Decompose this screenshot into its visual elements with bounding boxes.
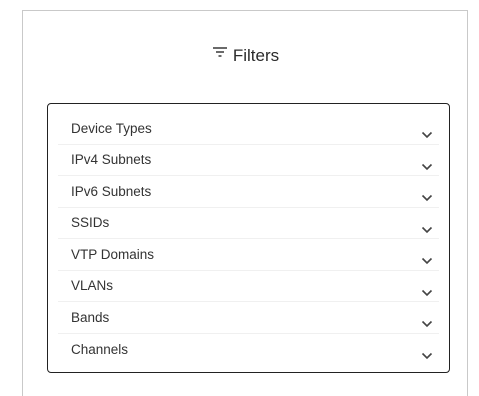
chevron-down-icon (421, 347, 433, 360)
filter-item-label: SSIDs (71, 215, 110, 231)
filter-item-label: Device Types (71, 120, 152, 136)
chevron-down-icon (421, 126, 433, 139)
filter-item-label: IPv6 Subnets (71, 183, 152, 199)
filter-icon (211, 46, 229, 60)
chevron-down-icon (421, 189, 433, 202)
filter-item-device-types[interactable]: Device Types (58, 113, 439, 145)
filter-item-label: IPv4 Subnets (71, 152, 152, 168)
page-title: Filters (232, 46, 280, 65)
filter-item-label: VTP Domains (71, 246, 155, 262)
filter-item-ssids[interactable]: SSIDs (58, 208, 439, 239)
filter-item-vtp-domains[interactable]: VTP Domains (58, 239, 439, 271)
page: Filters Device Types IPv4 Subnets IPv6 S… (0, 0, 479, 396)
filter-list: Device Types IPv4 Subnets IPv6 Subnets S… (47, 103, 450, 373)
filter-item-vlans[interactable]: VLANs (58, 271, 439, 302)
filter-item-ipv4-subnets[interactable]: IPv4 Subnets (58, 145, 439, 176)
chevron-down-icon (421, 221, 433, 233)
filter-item-label: Bands (71, 309, 110, 325)
chevron-down-icon (421, 252, 433, 265)
chevron-down-icon (421, 284, 433, 296)
filters-header: Filters (23, 45, 467, 67)
filter-item-ipv6-subnets[interactable]: IPv6 Subnets (58, 176, 439, 208)
filter-item-bands[interactable]: Bands (58, 302, 439, 334)
filter-item-label: VLANs (71, 278, 114, 294)
filter-item-channels[interactable]: Channels (58, 334, 439, 366)
chevron-down-icon (421, 158, 433, 170)
filters-panel: Filters Device Types IPv4 Subnets IPv6 S… (22, 10, 468, 396)
filter-item-label: Channels (71, 341, 129, 357)
chevron-down-icon (421, 315, 433, 328)
